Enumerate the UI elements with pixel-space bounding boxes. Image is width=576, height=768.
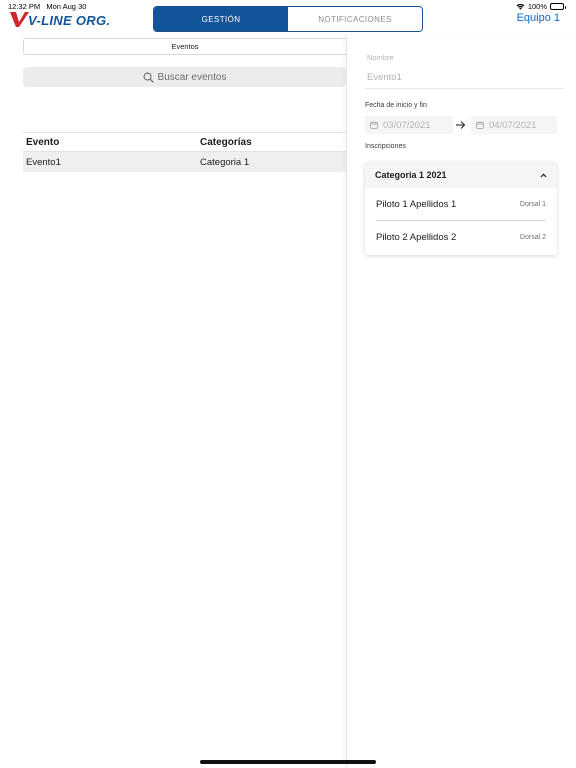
arrow-right-icon	[456, 121, 466, 129]
pilot-row[interactable]: Piloto 1 Apellidos 1 Dorsal 1	[365, 188, 557, 220]
start-date-field[interactable]: 03/07/2021	[365, 116, 453, 134]
event-detail-panel: Nombre Evento1 Fecha de inicio y fin 03/…	[347, 36, 576, 768]
pilot-row[interactable]: Piloto 2 Apellidos 2 Dorsal 2	[365, 221, 557, 253]
events-table: Evento Categorías Evento1 Categoria 1	[23, 132, 346, 172]
home-indicator[interactable]	[200, 760, 376, 764]
end-date-field[interactable]: 04/07/2021	[471, 116, 557, 134]
wifi-icon	[516, 3, 525, 10]
section-tab-label: Eventos	[171, 42, 199, 51]
tab-notificaciones[interactable]: NOTIFICACIONES	[288, 7, 422, 31]
cell-categoria: Categoria 1	[200, 156, 250, 168]
search-icon	[143, 72, 154, 83]
category-header[interactable]: Categoria 1 2021	[365, 162, 557, 188]
nombre-field[interactable]: Evento1	[367, 72, 402, 83]
table-header: Evento Categorías	[23, 132, 346, 152]
chevron-up-icon	[540, 173, 547, 177]
column-header-categorias[interactable]: Categorías	[200, 137, 346, 148]
status-indicators: 100%	[516, 2, 566, 11]
cell-evento: Evento1	[26, 156, 61, 168]
table-row[interactable]: Evento1 Categoria 1	[23, 152, 346, 172]
search-placeholder: Buscar eventos	[157, 71, 227, 83]
main-segmented-control: GESTIÓN NOTIFICACIONES	[153, 6, 423, 32]
fechas-label: Fecha de inicio y fin	[365, 102, 427, 109]
section-tab-eventos[interactable]: Eventos	[23, 38, 346, 55]
end-date-value: 04/07/2021	[489, 119, 537, 131]
tab-gestion[interactable]: GESTIÓN	[154, 7, 288, 31]
team-link[interactable]: Equipo 1	[517, 12, 560, 24]
inscripciones-label: Inscripciones	[365, 143, 406, 150]
search-events-input[interactable]: Buscar eventos	[23, 67, 346, 87]
calendar-icon	[476, 121, 484, 129]
pilot-dorsal: Dorsal 2	[519, 233, 546, 241]
battery-icon	[550, 3, 566, 10]
nombre-label: Nombre	[367, 53, 394, 62]
logo-text: V-LINE ORG.	[28, 13, 110, 28]
category-card: Categoria 1 2021 Piloto 1 Apellidos 1 Do…	[365, 162, 557, 255]
vline-logo: V-LINE ORG.	[10, 12, 110, 28]
pilot-dorsal: Dorsal 1	[519, 200, 546, 208]
battery-percent: 100%	[527, 2, 547, 11]
column-header-evento[interactable]: Evento	[23, 137, 200, 148]
category-title: Categoria 1 2021	[375, 170, 447, 180]
start-date-value: 03/07/2021	[383, 119, 431, 131]
calendar-icon	[370, 121, 378, 129]
pilot-name: Piloto 1 Apellidos 1	[376, 198, 457, 210]
pilot-name: Piloto 2 Apellidos 2	[376, 231, 457, 243]
nombre-underline	[365, 88, 564, 89]
